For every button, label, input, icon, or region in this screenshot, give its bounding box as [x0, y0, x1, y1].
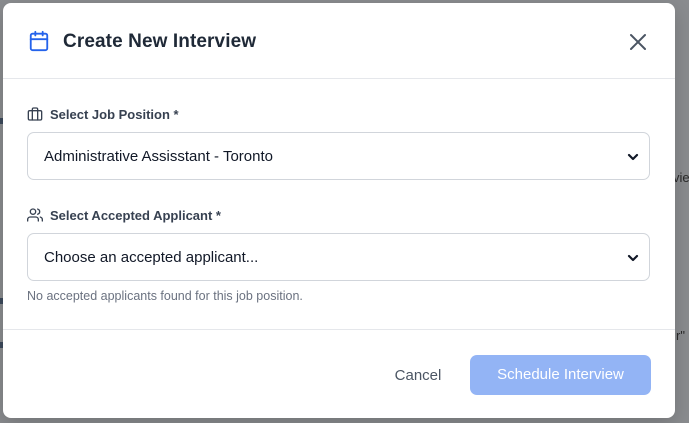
users-icon: [27, 208, 43, 222]
background-text-fragment: vie: [673, 170, 689, 185]
modal-header: Create New Interview: [3, 3, 675, 79]
applicant-label-text: Select Accepted Applicant *: [50, 207, 221, 223]
job-position-select[interactable]: Administrative Assisstant - Toronto: [27, 132, 650, 180]
chevron-down-icon: [627, 254, 639, 262]
cancel-button[interactable]: Cancel: [378, 356, 458, 396]
job-position-label: Select Job Position *: [27, 106, 179, 122]
background-text-fragment: r": [676, 328, 685, 343]
applicant-selected-value: Choose an accepted applicant...: [44, 249, 259, 266]
chevron-down-icon: [627, 153, 639, 161]
applicant-label: Select Accepted Applicant *: [27, 207, 221, 223]
schedule-interview-button[interactable]: Schedule Interview: [470, 355, 651, 395]
job-position-label-text: Select Job Position *: [50, 106, 179, 122]
applicant-helper-text: No accepted applicants found for this jo…: [27, 289, 303, 303]
job-position-selected-value: Administrative Assisstant - Toronto: [44, 148, 273, 165]
applicant-select[interactable]: Choose an accepted applicant...: [27, 233, 650, 281]
create-interview-modal: Create New Interview Select Job Position…: [3, 3, 675, 418]
calendar-icon: [29, 30, 49, 52]
briefcase-icon: [27, 107, 43, 121]
modal-title: Create New Interview: [63, 31, 257, 52]
footer-divider: [3, 329, 675, 330]
close-icon[interactable]: [626, 30, 650, 54]
